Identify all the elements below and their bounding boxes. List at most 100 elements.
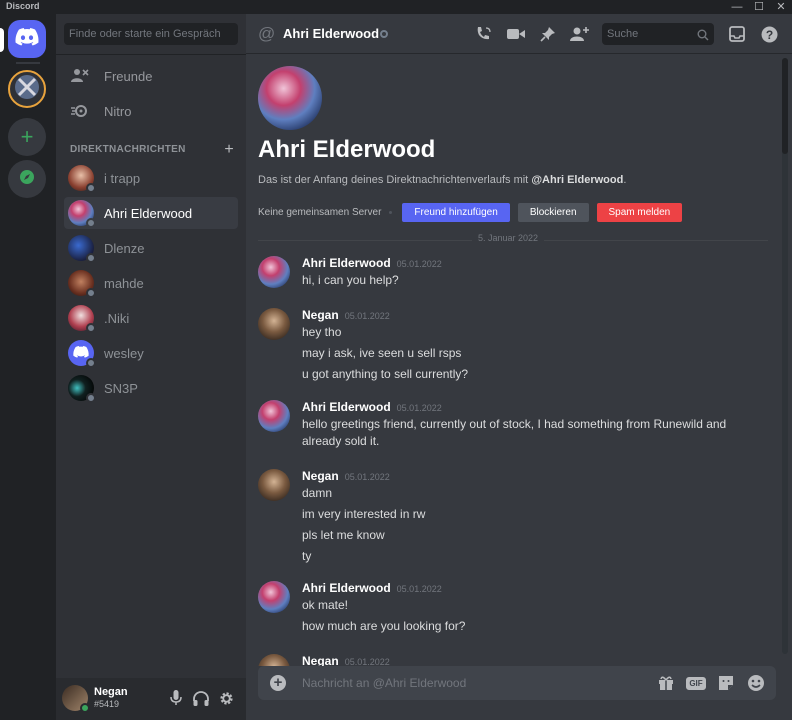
avatar: [68, 270, 96, 298]
create-dm-button[interactable]: +: [224, 141, 234, 159]
headphones-icon[interactable]: [192, 689, 210, 707]
help-icon[interactable]: ?: [759, 24, 779, 44]
svg-text:?: ?: [765, 28, 772, 42]
avatar[interactable]: [258, 581, 290, 613]
author-name: Ahri Elderwood: [302, 400, 391, 414]
friends-icon: [64, 68, 96, 84]
chat-area: @ Ahri Elderwood Suche ? Ahri Elderwood …: [246, 14, 792, 720]
avatar[interactable]: [258, 400, 290, 432]
avatar[interactable]: [258, 256, 290, 288]
status-indicator: [80, 703, 90, 713]
avatar[interactable]: [258, 308, 290, 340]
avatar: [68, 165, 96, 193]
message-text: hello greetings friend, currently out of…: [302, 417, 727, 448]
intro-avatar: [258, 66, 322, 130]
nav-nitro-label: Nitro: [104, 103, 132, 119]
gif-label: GIF: [686, 676, 706, 690]
dm-search-input[interactable]: Finde oder starte ein Gespräch: [64, 23, 238, 45]
gear-icon[interactable]: [217, 689, 235, 707]
message-text: pls let me know: [302, 528, 385, 542]
dot-separator: [389, 210, 393, 214]
message-author[interactable]: Negan 05.01.2022: [302, 308, 390, 322]
selected-indicator: [0, 28, 4, 52]
avatar[interactable]: [258, 654, 290, 666]
status-indicator: [86, 358, 96, 368]
title-bar: Discord — ☐ ✕: [0, 0, 792, 14]
home-button[interactable]: [8, 20, 46, 58]
message-timestamp: 05.01.2022: [396, 403, 442, 413]
default-avatar-icon: [73, 345, 89, 361]
microphone-icon[interactable]: [167, 689, 185, 707]
message-text: damn: [302, 486, 333, 500]
intro-actions: Keine gemeinsamen Server Freund hinzufüg…: [258, 202, 690, 222]
user-name: Negan: [94, 686, 128, 698]
close-button[interactable]: ✕: [770, 0, 792, 14]
dm-header-label: DIREKTNACHRICHTEN: [70, 144, 186, 155]
message-timestamp: 05.01.2022: [396, 584, 442, 594]
status-indicator: [380, 30, 388, 38]
dm-item-niki[interactable]: .Niki: [64, 302, 238, 334]
search-placeholder: Suche: [607, 28, 639, 40]
maximize-button[interactable]: ☐: [748, 0, 770, 14]
emoji-icon[interactable]: [746, 674, 766, 692]
add-friend-icon[interactable]: [570, 24, 590, 44]
dm-item-ahri-elderwood[interactable]: Ahri Elderwood: [64, 197, 238, 229]
nav-friends[interactable]: Freunde: [64, 60, 238, 92]
explore-servers-button[interactable]: [8, 160, 46, 198]
message-author[interactable]: Negan 05.01.2022: [302, 469, 390, 483]
at-icon: @: [258, 24, 276, 43]
scrollbar[interactable]: [782, 58, 788, 654]
message-author[interactable]: Negan 05.01.2022: [302, 654, 390, 666]
dm-item-dlenze[interactable]: Dlenze: [64, 232, 238, 264]
dm-item-wesley[interactable]: wesley: [64, 337, 238, 369]
report-spam-button[interactable]: Spam melden: [596, 202, 683, 222]
pin-icon[interactable]: [538, 24, 558, 44]
avatar[interactable]: [62, 685, 90, 713]
message-group: Negan 05.01.2022 hey tho may i ask, ive s…: [258, 308, 768, 388]
dm-item-mahde[interactable]: mahde: [64, 267, 238, 299]
message-input[interactable]: Nachricht an @Ahri Elderwood: [302, 676, 466, 690]
scrollbar-thumb[interactable]: [782, 58, 788, 154]
dm-name: SN3P: [104, 380, 138, 396]
channel-title: Ahri Elderwood: [283, 26, 380, 41]
message-author[interactable]: Ahri Elderwood 05.01.2022: [302, 256, 442, 270]
message-group: Ahri Elderwood 05.01.2022 hello greetings…: [258, 400, 768, 456]
message-timestamp: 05.01.2022: [344, 472, 390, 482]
dm-name: Dlenze: [104, 240, 145, 256]
dm-item-sn3p[interactable]: SN3P: [64, 372, 238, 404]
nav-nitro[interactable]: Nitro: [64, 95, 238, 127]
message-author[interactable]: Ahri Elderwood 05.01.2022: [302, 400, 442, 414]
add-friend-button[interactable]: Freund hinzufügen: [402, 202, 510, 222]
rail-divider: [16, 62, 40, 64]
gift-icon[interactable]: [656, 674, 676, 692]
dm-name: wesley: [104, 345, 144, 361]
intro-desc-user: @Ahri Elderwood: [531, 174, 624, 186]
sticker-icon[interactable]: [716, 674, 736, 692]
message-author[interactable]: Ahri Elderwood 05.01.2022: [302, 581, 442, 595]
gif-icon[interactable]: GIF: [686, 674, 706, 692]
avatar: [68, 375, 96, 403]
sidebar-divider: [56, 54, 246, 55]
avatar: [68, 305, 96, 333]
status-indicator: [86, 323, 96, 333]
nav-friends-label: Freunde: [104, 68, 153, 84]
intro-description: Das ist der Anfang deines Direktnachrich…: [258, 174, 626, 186]
minimize-button[interactable]: —: [726, 0, 748, 14]
status-indicator: [86, 393, 96, 403]
avatar[interactable]: [258, 469, 290, 501]
message-timestamp: 05.01.2022: [396, 259, 442, 269]
search-input[interactable]: Suche: [602, 23, 714, 45]
attach-plus-icon[interactable]: +: [270, 675, 286, 691]
video-call-icon[interactable]: [506, 24, 526, 44]
add-server-button[interactable]: +: [8, 118, 46, 156]
intro-desc-text: Das ist der Anfang deines Direktnachrich…: [258, 174, 532, 186]
inbox-icon[interactable]: [727, 24, 747, 44]
user-tag: #5419: [94, 699, 120, 709]
voice-call-icon[interactable]: [474, 24, 494, 44]
compass-icon: [19, 169, 35, 190]
message-timestamp: 05.01.2022: [344, 657, 390, 666]
dm-item-i-trapp[interactable]: i trapp: [64, 162, 238, 194]
message-group: Ahri Elderwood 05.01.2022 hi, i can you h…: [258, 256, 768, 296]
server-icon[interactable]: [8, 70, 46, 108]
block-button[interactable]: Blockieren: [517, 202, 589, 222]
